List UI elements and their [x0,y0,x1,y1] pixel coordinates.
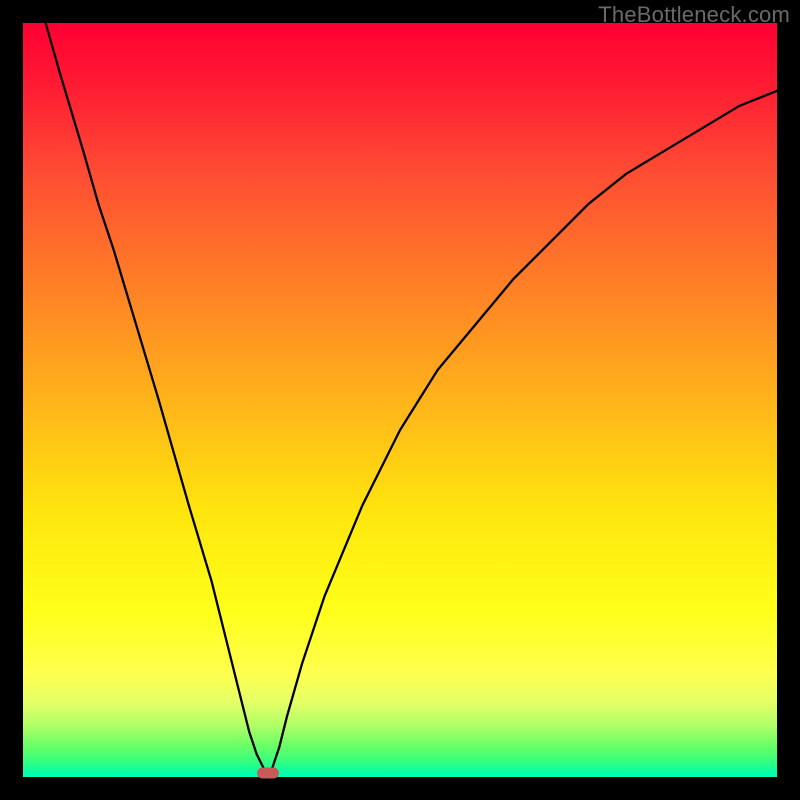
plot-area [23,23,777,777]
chart-frame: TheBottleneck.com [0,0,800,800]
optimal-point-marker [257,768,279,779]
bottleneck-curve [46,23,777,773]
curve-svg [23,23,777,777]
